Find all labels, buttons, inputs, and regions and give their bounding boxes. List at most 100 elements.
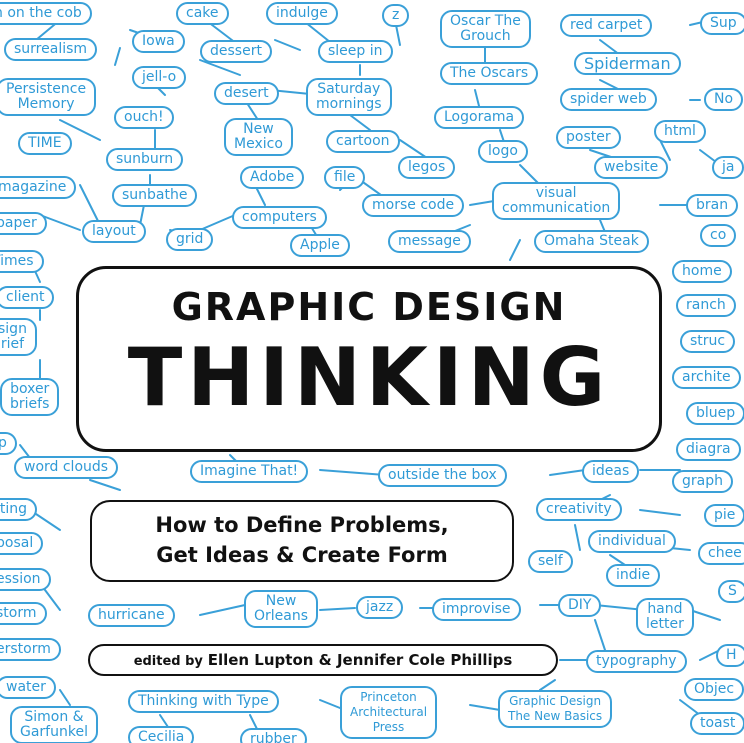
subtitle-line-1: How to Define Problems, [155, 513, 449, 537]
bubble-pie: pie [704, 504, 744, 527]
bubble-new-orleans: New Orleans [244, 590, 319, 628]
bubble-princeton: Princeton Architectural Press [340, 686, 438, 739]
bubble-visual: visual communication [492, 182, 621, 220]
bubble-adobe: Adobe [240, 166, 305, 189]
bubble-sunbathe: sunbathe [112, 184, 198, 207]
bubble-file: file [324, 166, 366, 189]
bubble-water: water [0, 676, 56, 699]
bubble-logorama: Logorama [434, 106, 525, 129]
bubble-no: No [704, 88, 744, 111]
bubble-cartoon: cartoon [326, 130, 400, 153]
bubble-design-brief: sign rief [0, 318, 37, 356]
bubble-diy: DIY [558, 594, 602, 617]
bubble-website: website [594, 156, 669, 179]
bubble-proposal: posal [0, 532, 44, 555]
bubble-chee: chee [698, 542, 744, 565]
title-line-2: THINKING [127, 331, 611, 424]
bubble-s: S [718, 580, 744, 603]
bubble-imagine: Imagine That! [190, 460, 309, 483]
bubble-new-mexico: New Mexico [224, 118, 293, 156]
bubble-hand-letter: hand letter [636, 598, 694, 636]
bubble-times: Times [0, 250, 44, 273]
bubble-hurricane: hurricane [88, 604, 175, 627]
bubble-surrealism: surrealism [4, 38, 98, 61]
bubble-poster: poster [556, 126, 621, 149]
bubble-sleep-in: sleep in [318, 40, 393, 63]
bubble-html: html [654, 120, 706, 143]
bubble-cake: cake [176, 2, 229, 25]
bubble-client: client [0, 286, 55, 309]
bubble-writing: iting [0, 498, 38, 521]
bubble-diagra: diagra [676, 438, 741, 461]
bubble-magazine: magazine [0, 176, 77, 199]
bubble-logo: logo [478, 140, 528, 163]
bubble-word-clouds: word clouds [14, 456, 119, 479]
bubble-graph: graph [672, 470, 733, 493]
bubble-home: home [672, 260, 732, 283]
bubble-boxer: boxer briefs [0, 378, 60, 416]
bubble-struc: struc [680, 330, 736, 353]
bubble-z: z [382, 4, 410, 27]
bubble-indie: indie [606, 564, 661, 587]
bubble-oscar: Oscar The Grouch [440, 10, 531, 48]
bubble-ranch: ranch [676, 294, 736, 317]
bubble-saturday: Saturday mornings [306, 78, 392, 116]
bubble-apple: Apple [290, 234, 350, 257]
bubble-red-carpet: red carpet [560, 14, 653, 37]
bubble-layout: layout [82, 220, 146, 243]
bubble-h: H [716, 644, 744, 667]
bubble-morse: morse code [362, 194, 465, 217]
bubble-co: co [700, 224, 737, 247]
bubble-outside: outside the box [378, 464, 507, 487]
bubble-gd-basics: Graphic Design The New Basics [498, 690, 613, 728]
bubble-cecilia: Cecilia [128, 726, 195, 743]
bubble-desert: desert [214, 82, 279, 105]
bubble-the-oscars: The Oscars [440, 62, 539, 85]
bubble-time: TIME [18, 132, 72, 155]
bubble-ouch: ouch! [114, 106, 174, 129]
subtitle-box: How to Define Problems, Get Ideas & Crea… [90, 500, 514, 582]
bubble-rubber: rubber [240, 728, 307, 743]
subtitle-line-2: Get Ideas & Create Form [156, 543, 448, 567]
bubble-objec: Objec [684, 678, 744, 701]
editors-credit: edited by Ellen Lupton & Jennifer Cole P… [88, 644, 558, 676]
bubble-corn: n on the cob [0, 2, 92, 25]
bubble-omaha: Omaha Steak [534, 230, 649, 253]
bubble-legos: legos [398, 156, 456, 179]
bubble-dessert: dessert [200, 40, 272, 63]
bubble-jello: jell-o [132, 66, 187, 89]
bubble-session: ession [0, 568, 51, 591]
bubble-spider-web: spider web [560, 88, 657, 111]
bubble-spiderman: Spiderman [574, 52, 681, 75]
bubble-persistence: Persistence Memory [0, 78, 97, 116]
title-line-1: GRAPHIC DESIGN [171, 285, 567, 329]
title-box: GRAPHIC DESIGN THINKING [76, 266, 662, 452]
bubble-indulge: indulge [266, 2, 338, 25]
bubble-individual: individual [588, 530, 676, 553]
bubble-message: message [388, 230, 471, 253]
bubble-creativity: creativity [536, 498, 622, 521]
credit-names: Ellen Lupton & Jennifer Cole Phillips [207, 651, 513, 669]
bubble-paper: paper [0, 212, 47, 235]
book-cover: n on the cob cake indulge z Oscar The Gr… [0, 0, 744, 743]
bubble-thinking-with-type: Thinking with Type [128, 690, 279, 713]
bubble-toast: toast [690, 712, 744, 735]
bubble-sup: Sup [700, 12, 744, 35]
bubble-jazz: jazz [356, 596, 404, 619]
bubble-grid: grid [166, 228, 214, 251]
bubble-computers: computers [232, 206, 327, 229]
bubble-self: self [528, 550, 573, 573]
bubble-iowa: Iowa [132, 30, 185, 53]
bubble-typography: typography [586, 650, 687, 673]
bubble-ja: ja [712, 156, 744, 179]
credit-prefix: edited by [133, 654, 203, 669]
bubble-bluep: bluep [686, 402, 744, 425]
bubble-simon: Simon & Garfunkel [10, 706, 98, 743]
bubble-storm: storm [0, 602, 47, 625]
bubble-thunderstorm: erstorm [0, 638, 61, 661]
bubble-ideas: ideas [582, 460, 640, 483]
bubble-improvise: improvise [432, 598, 521, 621]
bubble-archite: archite [672, 366, 741, 389]
bubble-bran: bran [686, 194, 739, 217]
bubble-sunburn: sunburn [106, 148, 184, 171]
